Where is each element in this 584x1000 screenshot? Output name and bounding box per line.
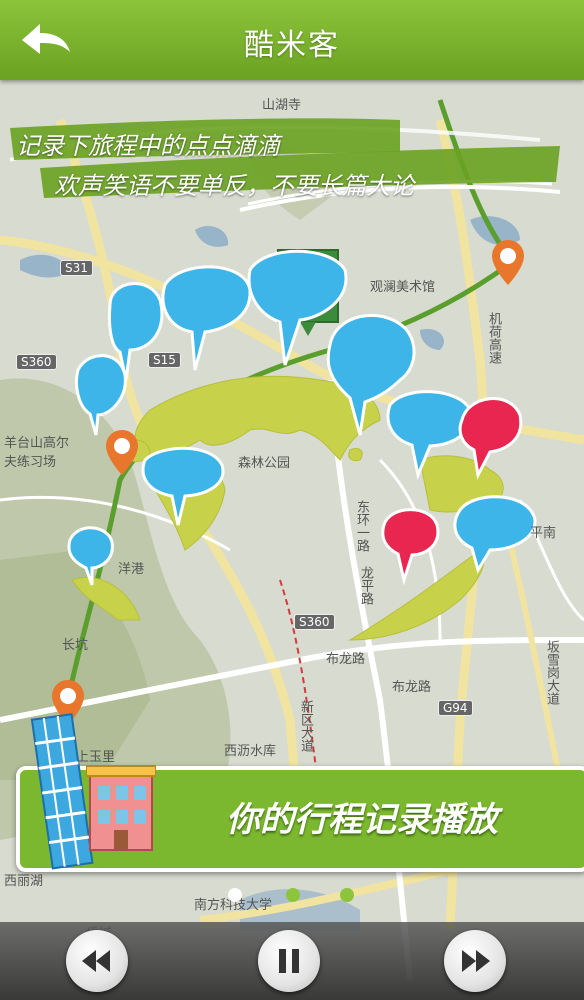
road-shield-s15: S15 [148, 352, 181, 368]
app-title: 酷米客 [244, 28, 340, 63]
title-bar: 酷米客 [0, 0, 584, 80]
building-icon [86, 765, 156, 851]
map-label-xishan: 西沥水库 [224, 744, 277, 759]
road-shield-s360-east: S360 [294, 614, 335, 630]
map-label-dongtai: 东环一路 [354, 500, 369, 552]
fast-forward-button[interactable] [444, 930, 506, 992]
map-label-xinqu: 新区大道 [298, 700, 313, 752]
slogan-line-1: 记录下旅程中的点点滴滴 [16, 132, 280, 160]
map-label-xili: 西丽湖 [4, 874, 44, 889]
map-label-yanggang: 洋港 [118, 562, 145, 577]
map-label-senlin-park: 森林公园 [238, 456, 291, 471]
map-label-bulong-1: 布龙路 [326, 652, 366, 667]
map-label-guanlan-art: 观澜美术馆 [370, 280, 436, 295]
playback-controls [0, 922, 584, 1000]
road-shield-g94: G94 [438, 700, 473, 716]
fast-forward-icon [462, 950, 490, 972]
pager-dot-1[interactable] [228, 888, 242, 902]
map-label-changkeng: 长坑 [62, 638, 89, 653]
map-label-bantian: 坂雪岗大道 [544, 640, 559, 705]
map-label-yangtaishan: 羊台山高尔 夫练习场 [4, 436, 70, 470]
pager-dot-2[interactable] [286, 888, 300, 902]
slogan-line-2: 欢声笑语不要单反，不要长篇大论 [54, 172, 414, 200]
map-label-shanhusi: 山湖寺 [262, 98, 302, 113]
pager-dot-3[interactable] [340, 888, 354, 902]
pause-button[interactable] [258, 930, 320, 992]
map-label-jiyun: 机荷高速 [486, 312, 501, 364]
rewind-icon [82, 950, 110, 972]
map-label-pingnan: 平南 [530, 526, 557, 541]
banner-title: 你的行程记录播放 [226, 800, 498, 840]
rewind-button[interactable] [66, 930, 128, 992]
road-shield-s31: S31 [60, 260, 93, 276]
pause-icon [279, 949, 299, 973]
playback-banner[interactable]: 你的行程记录播放 [16, 713, 584, 872]
road-shield-s360-west: S360 [16, 354, 57, 370]
map-label-longping: 龙平路 [358, 566, 373, 605]
map-label-bulong-2: 布龙路 [392, 680, 432, 695]
